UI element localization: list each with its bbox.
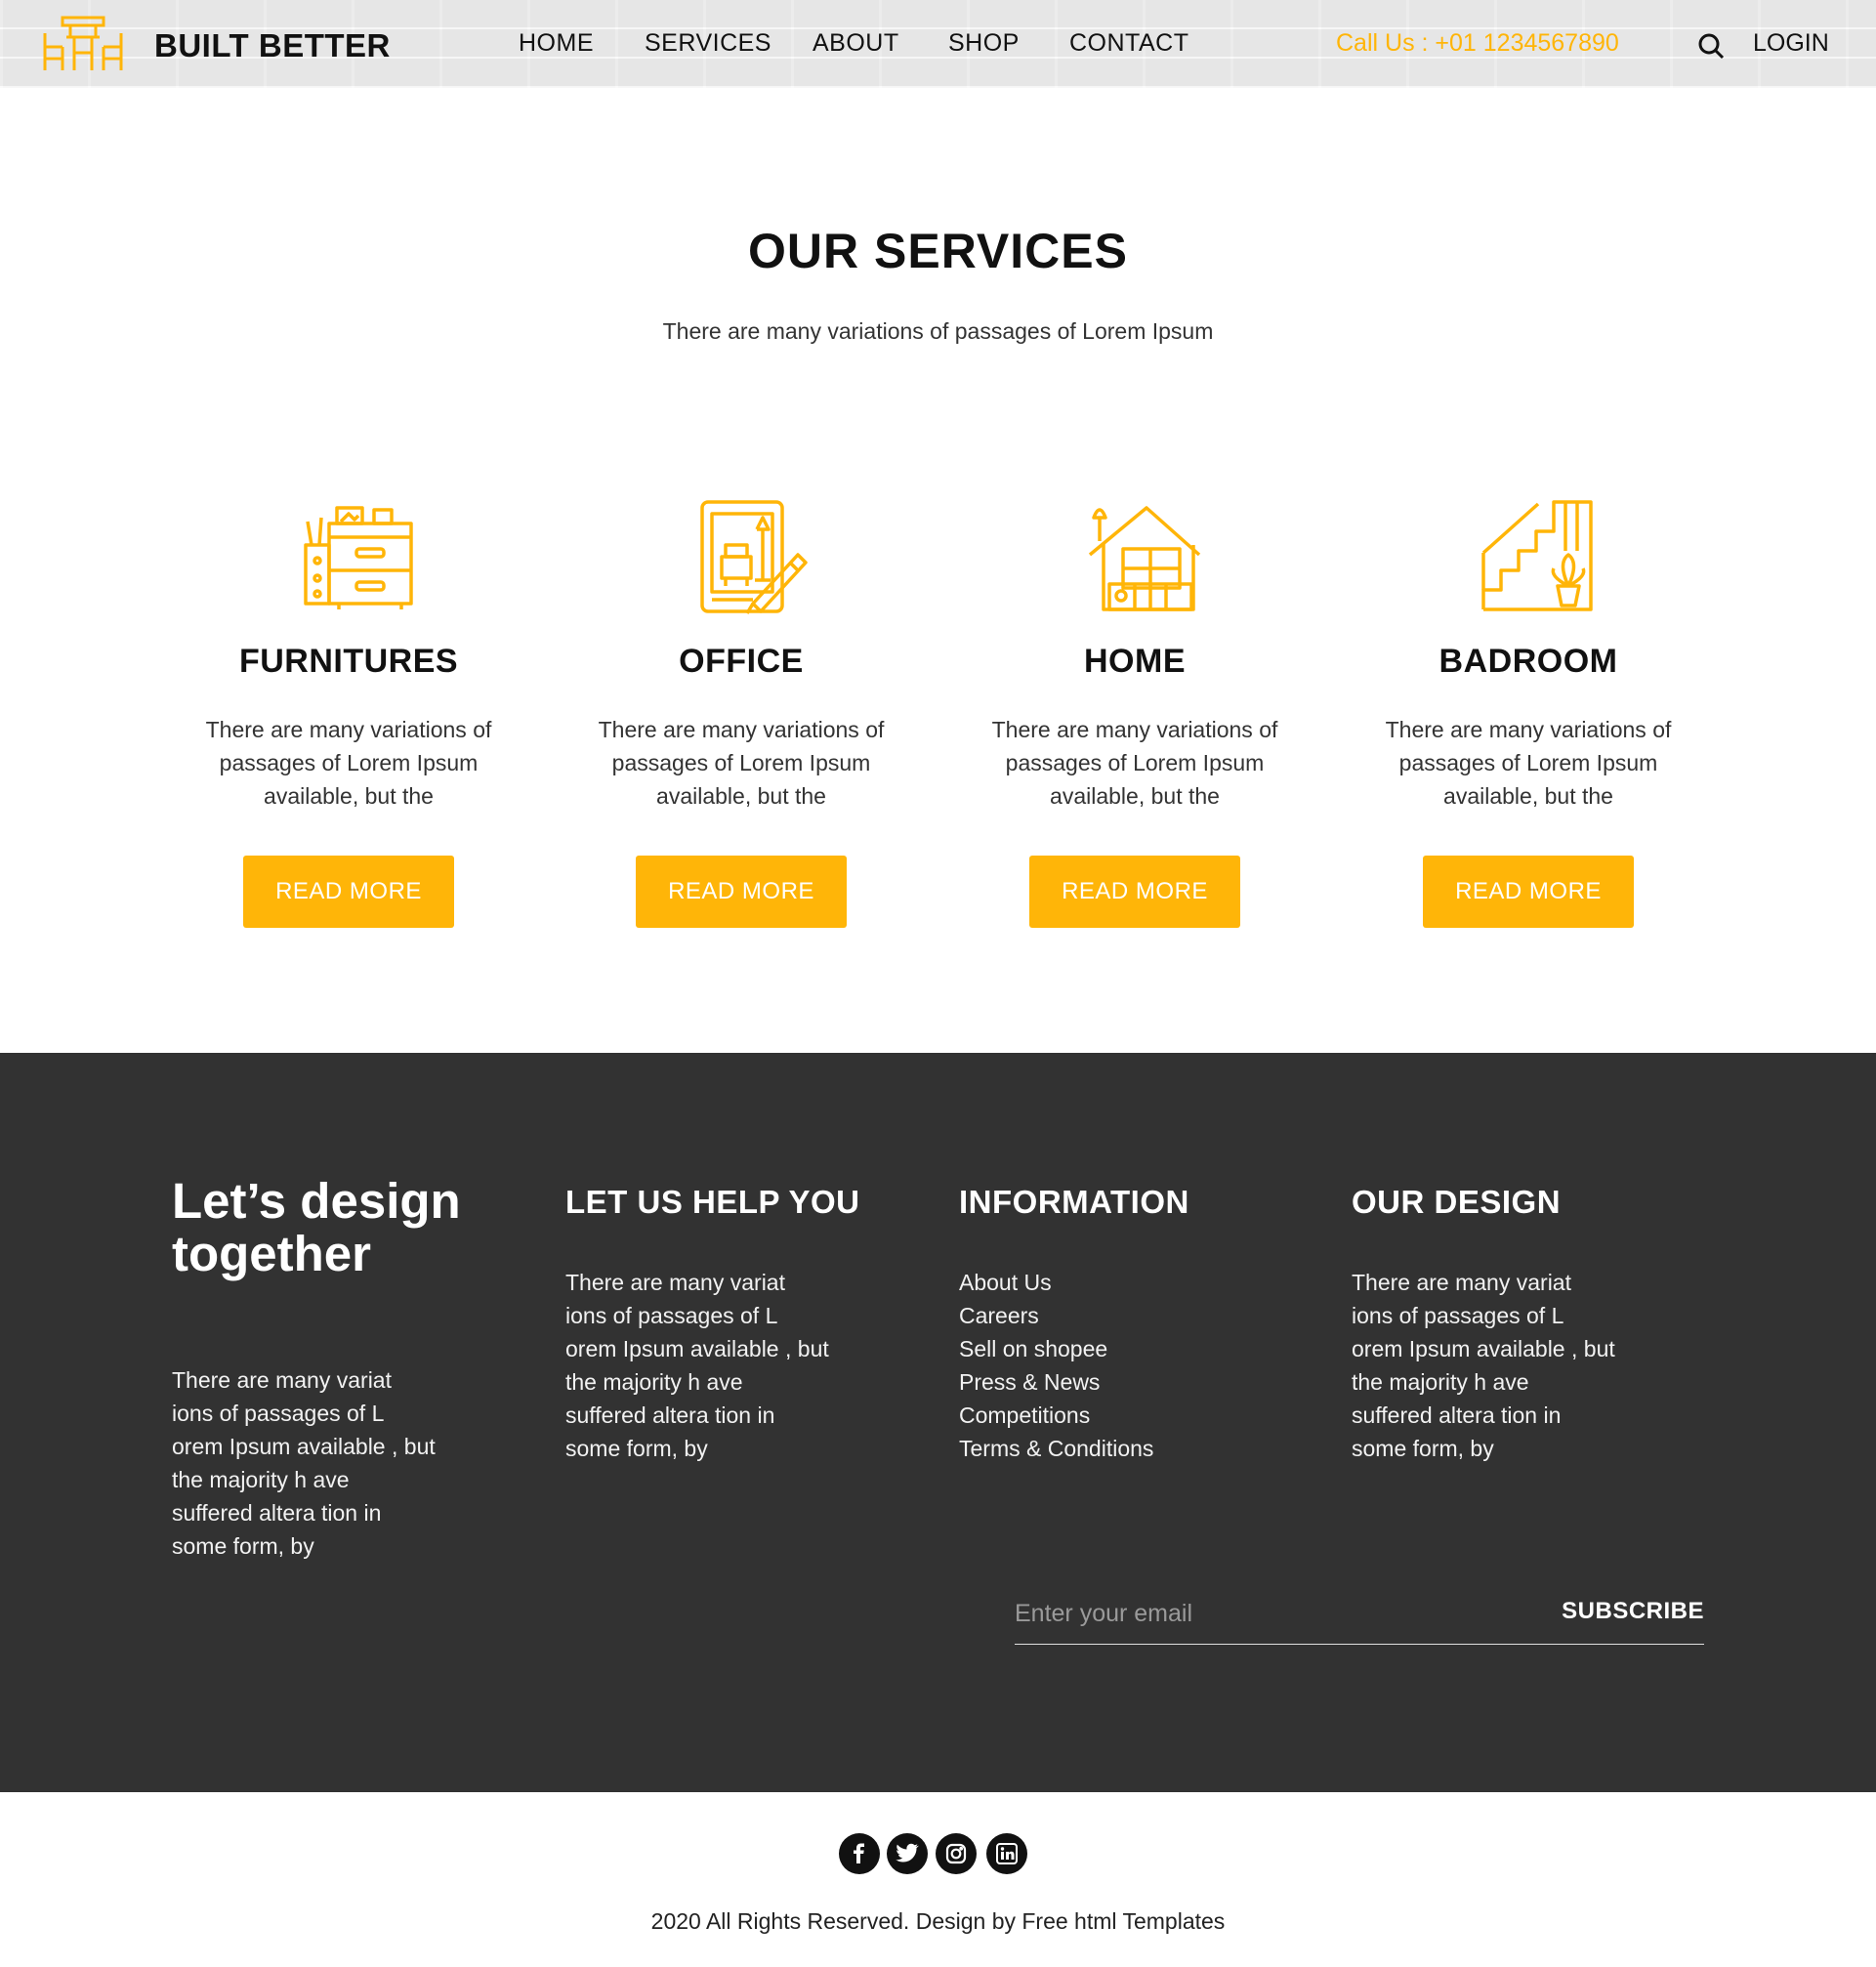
card-text: There are many variations of passages of… [1385, 717, 1672, 809]
information-title: INFORMATION [959, 1184, 1189, 1220]
footer-slogan: Let’s design together [172, 1173, 461, 1281]
card-title: HOME [1084, 643, 1186, 680]
copyright-text: 2020 All Rights Reserved. Design by Free… [650, 1908, 1226, 1934]
read-more-button[interactable]: READ MORE [243, 856, 454, 928]
link-competitions[interactable]: Competitions [959, 1399, 1153, 1432]
card-title: BADROOM [1438, 643, 1618, 680]
service-card-badroom: BADROOM There are many variations of pas… [1343, 498, 1714, 938]
office-design-icon [700, 500, 808, 614]
service-card-furnitures: FURNITURES There are many variations of … [163, 498, 534, 938]
facebook-icon[interactable] [839, 1833, 880, 1874]
help-title: LET US HELP YOU [565, 1184, 860, 1220]
read-more-button[interactable]: READ MORE [1423, 856, 1634, 928]
brand-name[interactable]: BUILT BETTER [154, 27, 391, 64]
search-icon[interactable] [1697, 32, 1725, 60]
information-links: About Us Careers Sell on shopee Press & … [959, 1266, 1153, 1465]
card-text: There are many variations of passages of… [205, 717, 492, 809]
services-title: OUR SERVICES [748, 224, 1128, 278]
card-text: There are many variations of passages of… [991, 717, 1278, 809]
link-about-us[interactable]: About Us [959, 1266, 1153, 1299]
nav-services[interactable]: SERVICES [645, 29, 771, 58]
furniture-icon [304, 506, 413, 609]
read-more-button[interactable]: READ MORE [636, 856, 847, 928]
nav-shop[interactable]: SHOP [948, 29, 1020, 58]
service-card-office: OFFICE There are many variations of pass… [556, 498, 927, 938]
newsletter-form: SUBSCRIBE [1015, 1588, 1704, 1645]
read-more-button[interactable]: READ MORE [1029, 856, 1240, 928]
link-terms-conditions[interactable]: Terms & Conditions [959, 1432, 1153, 1465]
nav-about[interactable]: ABOUT [813, 29, 899, 58]
login-link[interactable]: LOGIN [1753, 29, 1829, 58]
link-sell-on-shopee[interactable]: Sell on shopee [959, 1332, 1153, 1365]
stairs-plant-icon [1481, 500, 1593, 611]
logo-icon[interactable] [41, 14, 125, 74]
service-card-home: HOME There are many variations of passag… [949, 498, 1320, 938]
link-careers[interactable]: Careers [959, 1299, 1153, 1332]
call-us-phone[interactable]: Call Us : +01 1234567890 [1336, 29, 1619, 58]
nav-home[interactable]: HOME [519, 29, 594, 58]
our-design-text: There are many variat ions of passages o… [1352, 1270, 1615, 1461]
footer-slogan-text: There are many variat ions of passages o… [172, 1367, 436, 1559]
card-title: FURNITURES [238, 643, 459, 680]
email-input[interactable] [1015, 1588, 1503, 1639]
footer-info: Let’s design together There are many var… [0, 1053, 1876, 1792]
site-header: BUILT BETTER HOME SERVICES ABOUT SHOP CO… [0, 0, 1876, 88]
card-text: There are many variations of passages of… [598, 717, 885, 809]
subscribe-button[interactable]: SUBSCRIBE [1562, 1598, 1704, 1625]
card-title: OFFICE [679, 643, 804, 680]
nav-contact[interactable]: CONTACT [1069, 29, 1188, 58]
our-design-title: OUR DESIGN [1352, 1184, 1562, 1220]
linkedin-icon[interactable] [986, 1833, 1027, 1874]
instagram-icon[interactable] [936, 1833, 977, 1874]
link-press-news[interactable]: Press & News [959, 1365, 1153, 1399]
help-text: There are many variat ions of passages o… [565, 1270, 829, 1461]
home-icon [1088, 506, 1201, 611]
twitter-icon[interactable] [887, 1833, 928, 1874]
services-subtitle: There are many variations of passages of… [662, 318, 1214, 344]
